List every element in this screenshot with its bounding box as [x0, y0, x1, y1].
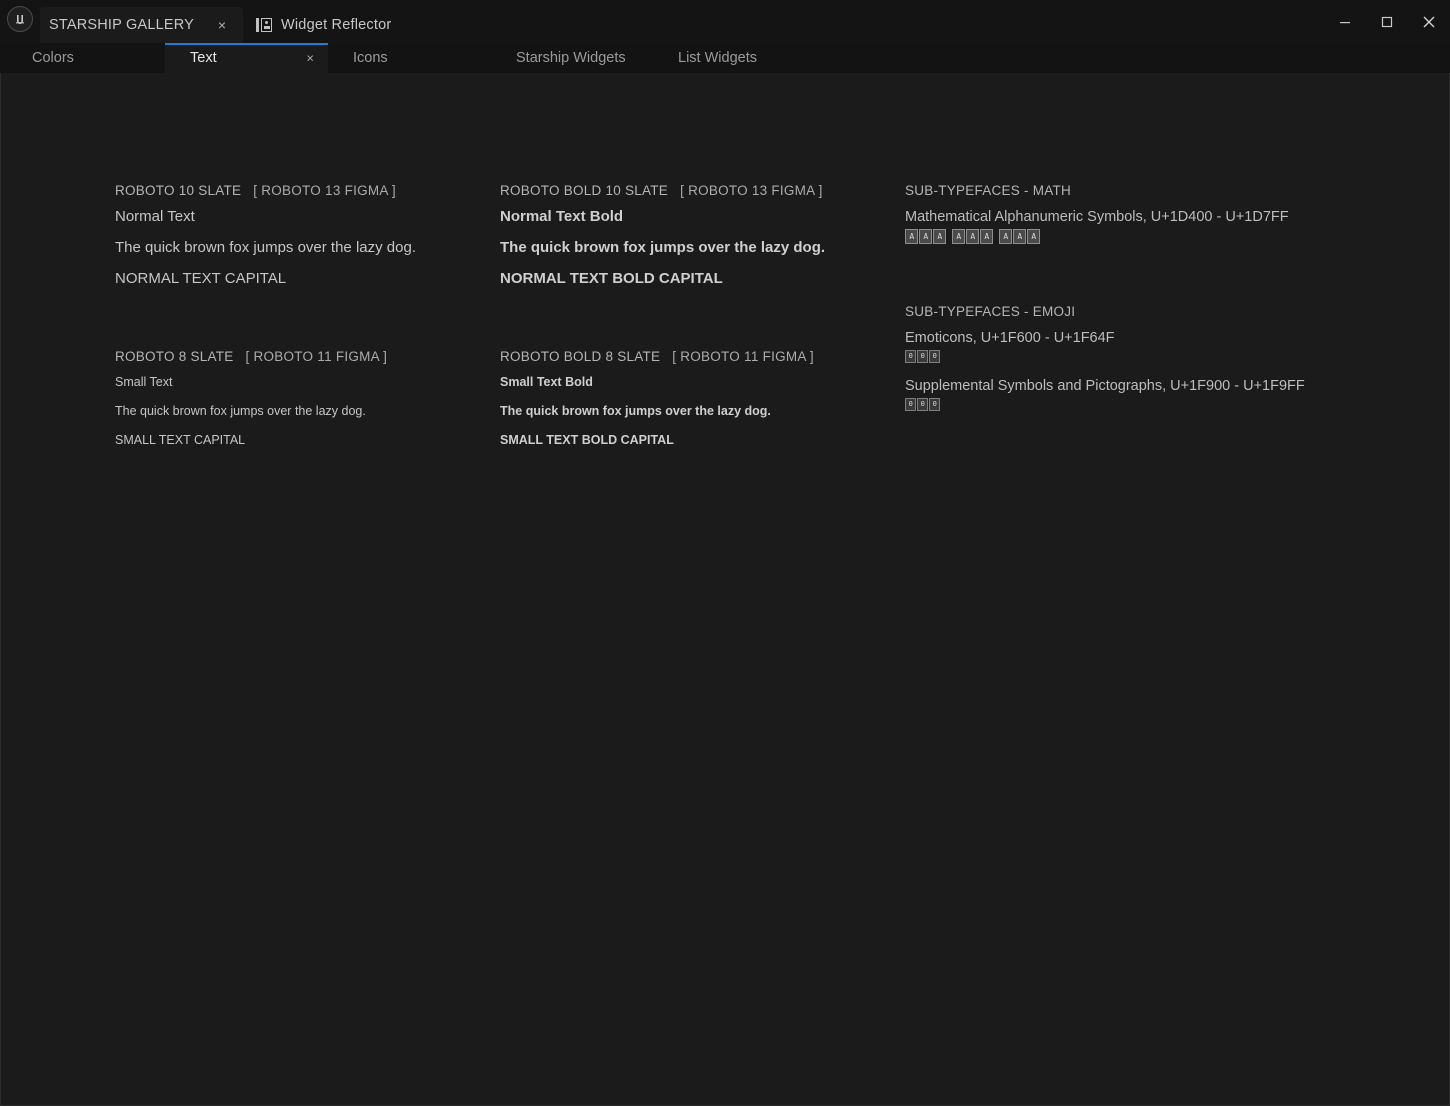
math-glyph-row: A A A A A A A A A [905, 229, 1289, 244]
math-range-label: Mathematical Alphanumeric Symbols, U+1D4… [905, 209, 1289, 225]
tab-label: Colors [32, 50, 74, 66]
missing-glyph-box: 0 [917, 350, 928, 363]
tab-label: List Widgets [678, 50, 757, 66]
tab-label: Text [190, 50, 217, 66]
section-heading-figma: [ ROBOTO 11 FIGMA ] [672, 349, 814, 364]
tab-icons[interactable]: Icons [330, 43, 495, 73]
emoji-range1-label: Emoticons, U+1F600 - U+1F64F [905, 330, 1115, 346]
sample-title: Normal Text Bold [500, 208, 624, 225]
missing-glyph-box: A [952, 229, 965, 244]
title-tab-bar: STARSHIP GALLERY × Widget Reflector [40, 0, 409, 43]
title-tab-label: Widget Reflector [281, 17, 392, 33]
window-controls [1324, 0, 1450, 43]
text-gallery-content: ROBOTO 10 SLATE [ ROBOTO 13 FIGMA ] Norma… [0, 73, 1450, 1106]
section-subtypefaces-math: SUB-TYPEFACES - MATH Mathematical Alphan… [905, 183, 1289, 244]
sample-pangram: The quick brown fox jumps over the lazy … [500, 239, 826, 256]
section-heading: SUB-TYPEFACES - MATH [905, 183, 1072, 198]
application-window: STARSHIP GALLERY × Widget Reflector Colo… [0, 0, 1450, 1106]
missing-glyph-box: A [1027, 229, 1040, 244]
section-heading-figma: [ ROBOTO 11 FIGMA ] [245, 349, 388, 364]
section-roboto-8-slate: ROBOTO 8 SLATE [ ROBOTO 11 FIGMA ] Small … [115, 349, 387, 447]
section-roboto-10-slate: ROBOTO 10 SLATE [ ROBOTO 13 FIGMA ] Norma… [115, 183, 416, 287]
sample-title: Small Text [115, 375, 173, 389]
sample-capital: NORMAL TEXT CAPITAL [115, 270, 287, 287]
sample-pangram: The quick brown fox jumps over the lazy … [115, 404, 366, 418]
close-icon [1423, 16, 1435, 27]
title-tab-starship-gallery[interactable]: STARSHIP GALLERY × [40, 7, 243, 43]
sample-capital: SMALL TEXT CAPITAL [115, 433, 246, 447]
tab-list-widgets[interactable]: List Widgets [670, 43, 835, 73]
emoji-range2-glyph-row: 0 0 0 [905, 398, 1305, 411]
section-heading: ROBOTO 10 SLATE [ ROBOTO 13 FIGMA ] [115, 183, 416, 198]
emoji-range2-label: Supplemental Symbols and Pictographs, U+… [905, 378, 1305, 394]
missing-glyph-box: 0 [905, 350, 916, 363]
tab-label: Icons [353, 50, 388, 66]
sample-capital: SMALL TEXT BOLD CAPITAL [500, 433, 674, 447]
section-heading-figma: [ ROBOTO 13 FIGMA ] [680, 183, 823, 198]
title-tab-close-icon[interactable]: × [215, 18, 229, 32]
maximize-button[interactable] [1366, 0, 1408, 43]
section-heading: SUB-TYPEFACES - EMOJI [905, 304, 1076, 319]
section-heading: ROBOTO BOLD 8 SLATE [ ROBOTO 11 FIGMA ] [500, 349, 814, 364]
gallery-tab-bar: Colors Text × Icons Starship Widgets Lis… [0, 43, 1450, 73]
missing-glyph-box: A [980, 229, 993, 244]
math-glyph-group: A A A [999, 229, 1040, 244]
tab-colors[interactable]: Colors [0, 43, 165, 73]
section-heading-text: ROBOTO BOLD 8 SLATE [500, 349, 661, 364]
sample-title: Normal Text [115, 208, 195, 225]
missing-glyph-box: A [1013, 229, 1026, 244]
widget-reflector-icon [256, 18, 272, 32]
missing-glyph-box: 0 [929, 350, 940, 363]
section-roboto-bold-8-slate: ROBOTO BOLD 8 SLATE [ ROBOTO 11 FIGMA ] S… [500, 349, 814, 447]
missing-glyph-box: 0 [917, 398, 928, 411]
missing-glyph-box: 0 [905, 398, 916, 411]
math-glyph-group: A A A [952, 229, 993, 244]
title-tab-widget-reflector[interactable]: Widget Reflector [243, 7, 409, 43]
section-heading: ROBOTO BOLD 10 SLATE [ ROBOTO 13 FIGMA ] [500, 183, 825, 198]
sample-title: Small Text Bold [500, 375, 593, 389]
title-bar: STARSHIP GALLERY × Widget Reflector [0, 0, 1450, 43]
missing-glyph-box: A [933, 229, 946, 244]
emoji-range1-glyph-row: 0 0 0 [905, 350, 1305, 363]
maximize-icon [1381, 16, 1393, 27]
unreal-engine-logo-icon[interactable] [7, 6, 33, 32]
missing-glyph-box: 0 [929, 398, 940, 411]
missing-glyph-box: A [905, 229, 918, 244]
section-heading-figma: [ ROBOTO 13 FIGMA ] [253, 183, 396, 198]
tab-label: Starship Widgets [516, 50, 626, 66]
tab-close-icon[interactable]: × [306, 52, 314, 65]
sample-pangram: The quick brown fox jumps over the lazy … [500, 404, 771, 418]
missing-glyph-box: A [966, 229, 979, 244]
tab-starship-widgets[interactable]: Starship Widgets [495, 43, 670, 73]
minimize-button[interactable] [1324, 0, 1366, 43]
tab-text[interactable]: Text × [165, 43, 328, 73]
sample-capital: NORMAL TEXT BOLD CAPITAL [500, 270, 723, 287]
section-heading-text: ROBOTO 8 SLATE [115, 349, 234, 364]
title-tab-label: STARSHIP GALLERY [48, 17, 195, 33]
minimize-icon [1340, 21, 1350, 23]
missing-glyph-box: A [999, 229, 1012, 244]
section-heading-text: ROBOTO 10 SLATE [115, 183, 242, 198]
missing-glyph-box: A [919, 229, 932, 244]
section-heading: ROBOTO 8 SLATE [ ROBOTO 11 FIGMA ] [115, 349, 387, 364]
math-glyph-group: A A A [905, 229, 946, 244]
section-subtypefaces-emoji: SUB-TYPEFACES - EMOJI Emoticons, U+1F600… [905, 304, 1305, 411]
sample-pangram: The quick brown fox jumps over the lazy … [115, 239, 416, 256]
close-button[interactable] [1408, 0, 1450, 43]
section-heading-text: ROBOTO BOLD 10 SLATE [500, 183, 669, 198]
section-roboto-bold-10-slate: ROBOTO BOLD 10 SLATE[ ROBOTO 13 FIGMA ] … [500, 183, 825, 287]
